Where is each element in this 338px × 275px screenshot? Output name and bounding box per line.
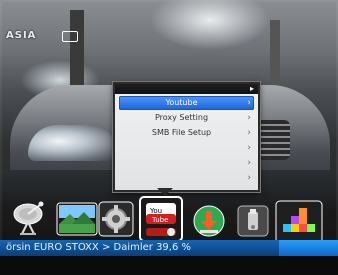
satellite-dish-icon[interactable] bbox=[10, 198, 50, 238]
youtube-logo-text: You bbox=[149, 207, 162, 215]
chevron-right-icon: › bbox=[247, 98, 251, 108]
menu-item-smb-file-setup[interactable]: SMB File Setup › bbox=[119, 126, 254, 140]
menu-item-proxy-setting[interactable]: Proxy Setting › bbox=[119, 111, 254, 125]
youtube-icon[interactable]: You Tube bbox=[139, 196, 183, 242]
menu-item-empty[interactable]: › bbox=[119, 156, 254, 170]
chevron-right-icon: › bbox=[247, 113, 251, 123]
popup-menu: ▸ Youtube › Proxy Setting › SMB File Set… bbox=[113, 82, 260, 192]
channel-logo-mark bbox=[62, 31, 78, 42]
youtube-logo-text: Tube bbox=[151, 216, 168, 224]
menu-item-label: SMB File Setup bbox=[151, 128, 212, 137]
menu-top-arrow-icon: ▸ bbox=[249, 84, 254, 93]
menu-item-empty[interactable]: › bbox=[119, 171, 254, 185]
channel-logo-text: ASIA bbox=[6, 30, 37, 41]
menu-item-label: Proxy Setting bbox=[154, 113, 209, 122]
menu-item-youtube[interactable]: Youtube › bbox=[119, 96, 254, 110]
blocks-game-icon[interactable] bbox=[275, 200, 323, 244]
news-ticker: örsin EURO STOXX > Daimler 39,6 % bbox=[0, 240, 338, 256]
bottom-bar bbox=[0, 256, 338, 275]
chevron-right-icon: › bbox=[247, 143, 251, 153]
ticker-highlight bbox=[279, 240, 338, 256]
gear-icon[interactable] bbox=[98, 201, 134, 237]
chevron-right-icon: › bbox=[247, 173, 251, 183]
menu-title-bar: ▸ bbox=[115, 84, 258, 94]
app-dock: You Tube bbox=[0, 196, 338, 244]
ticker-text: örsin EURO STOXX > Daimler 39,6 % bbox=[6, 242, 192, 253]
menu-pointer bbox=[157, 188, 173, 196]
chevron-right-icon: › bbox=[247, 158, 251, 168]
landscape-icon[interactable] bbox=[56, 202, 98, 236]
tv-screen: ASIA ▸ Youtube › Proxy Setting › SMB Fil… bbox=[0, 0, 338, 275]
usb-icon[interactable] bbox=[236, 204, 270, 238]
download-icon[interactable] bbox=[192, 204, 226, 238]
menu-list: Youtube › Proxy Setting › SMB File Setup… bbox=[119, 96, 254, 186]
menu-item-label: Youtube bbox=[165, 98, 198, 107]
chevron-right-icon: › bbox=[247, 128, 251, 138]
menu-item-empty[interactable]: › bbox=[119, 141, 254, 155]
